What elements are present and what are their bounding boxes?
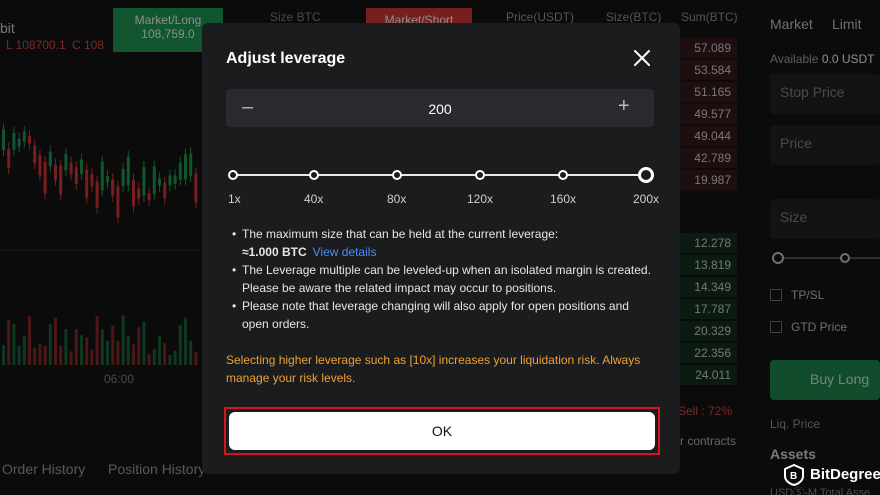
leverage-stepper: – 200 + bbox=[226, 89, 654, 127]
tick-label-40x: 40x bbox=[304, 192, 324, 206]
slider-handle[interactable] bbox=[638, 167, 654, 183]
tick-label-200x: 200x bbox=[633, 192, 660, 206]
note-item: • The Leverage multiple can be leveled-u… bbox=[232, 263, 651, 295]
view-details-link[interactable]: View details bbox=[313, 245, 377, 259]
note-item: • Please note that leverage changing wil… bbox=[232, 297, 652, 333]
increase-button[interactable]: + bbox=[618, 95, 630, 118]
slider-mark-40x[interactable] bbox=[309, 170, 319, 180]
slider-mark-80x[interactable] bbox=[392, 170, 402, 180]
ok-button-highlight: OK bbox=[224, 407, 660, 455]
note-text: Please note that leverage changing will … bbox=[242, 299, 629, 331]
risk-warning: Selecting higher leverage such as [10x] … bbox=[226, 353, 641, 385]
leverage-value[interactable]: 200 bbox=[226, 101, 654, 117]
bitdegree-logo-icon: B bbox=[784, 463, 804, 487]
leverage-notes: • The maximum size that can be held at t… bbox=[232, 225, 652, 333]
note-item: • The maximum size that can be held at t… bbox=[232, 225, 652, 261]
note-text: The maximum size that can be held at the… bbox=[242, 227, 559, 241]
note-text: The Leverage multiple can be leveled-up … bbox=[242, 263, 651, 295]
tick-label-160x: 160x bbox=[550, 192, 577, 206]
ok-button[interactable]: OK bbox=[229, 412, 655, 450]
leverage-slider-track[interactable] bbox=[232, 174, 648, 176]
close-icon[interactable] bbox=[632, 48, 652, 68]
bitdegree-watermark: BitDegree bbox=[810, 466, 880, 483]
svg-text:B: B bbox=[790, 471, 797, 482]
tick-label-1x: 1x bbox=[228, 192, 241, 206]
tick-label-120x: 120x bbox=[467, 192, 494, 206]
slider-mark-120x[interactable] bbox=[475, 170, 485, 180]
tick-label-80x: 80x bbox=[387, 192, 407, 206]
max-size-value: ≈1.000 BTC bbox=[242, 245, 307, 259]
adjust-leverage-dialog: Adjust leverage – 200 + 1x 40x 80x 120x … bbox=[202, 23, 680, 474]
slider-mark-160x[interactable] bbox=[558, 170, 568, 180]
slider-mark-1x[interactable] bbox=[228, 170, 238, 180]
dialog-title: Adjust leverage bbox=[226, 50, 346, 67]
